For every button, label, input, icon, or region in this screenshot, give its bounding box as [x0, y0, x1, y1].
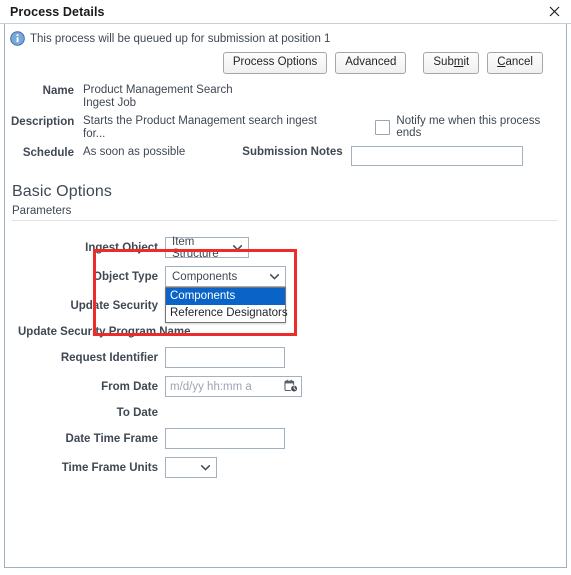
- info-circle-icon: [10, 31, 25, 46]
- date-time-frame-control: [165, 428, 285, 449]
- schedule-row: Schedule As soon as possible Submission …: [11, 146, 566, 166]
- update-security-program-name-label: Update Security Program Name: [18, 326, 191, 338]
- cancel-button-label: Cancel: [497, 56, 533, 68]
- object-type-option-components[interactable]: Components: [166, 288, 285, 305]
- object-type-select[interactable]: Components: [165, 266, 286, 287]
- notify-checkbox-row[interactable]: Notify me when this process ends: [375, 115, 566, 139]
- object-type-value: Components: [172, 270, 238, 283]
- name-value-line2: Ingest Job: [83, 97, 137, 109]
- basic-options-heading: Basic Options: [12, 183, 113, 200]
- process-options-button-label: Process Options: [232, 56, 318, 68]
- advanced-button-label: Advanced: [345, 56, 397, 68]
- calendar-clock-icon[interactable]: [284, 379, 298, 393]
- notify-checkbox-label: Notify me when this process ends: [396, 115, 541, 139]
- submit-button[interactable]: Submit: [423, 52, 480, 74]
- date-time-frame-row: Date Time Frame: [5, 428, 566, 449]
- time-frame-units-control: [165, 457, 217, 478]
- from-date-row: From Date: [5, 376, 566, 397]
- update-security-label: Update Security: [70, 299, 158, 312]
- request-identifier-label: Request Identifier: [60, 351, 158, 364]
- description-label: Description: [11, 116, 75, 128]
- ingest-object-value: Item Structure: [172, 235, 219, 260]
- object-type-option-reference-designators[interactable]: Reference Designators: [166, 305, 288, 322]
- schedule-label: Schedule: [22, 147, 74, 159]
- submission-notes-label: Submission Notes: [242, 146, 343, 158]
- request-identifier-row: Request Identifier: [5, 347, 566, 368]
- to-date-label: To Date: [116, 407, 158, 419]
- name-label: Name: [42, 85, 74, 97]
- process-header-fields: Name Product Management Search Ingest Jo…: [5, 84, 566, 166]
- from-date-control: [165, 376, 302, 397]
- dialog-content: This process will be queued up for submi…: [4, 24, 567, 568]
- dialog-titlebar: Process Details: [0, 0, 571, 24]
- ingest-object-select[interactable]: Item Structure: [165, 235, 249, 260]
- ingest-object-control: Item Structure: [165, 235, 249, 260]
- description-row: Description Starts the Product Managemen…: [11, 115, 566, 141]
- time-frame-units-select[interactable]: [165, 457, 217, 478]
- name-value-line1: Product Management Search: [83, 84, 233, 96]
- process-options-button[interactable]: Process Options: [222, 52, 328, 74]
- request-identifier-input[interactable]: [165, 347, 285, 368]
- page-title: Process Details: [10, 4, 105, 19]
- to-date-row: To Date: [5, 405, 165, 420]
- request-identifier-control: [165, 347, 285, 368]
- chevron-down-icon: [262, 273, 279, 280]
- object-type-label: Object Type: [93, 270, 158, 283]
- ingest-object-row: Ingest Object Item Structure: [5, 235, 566, 260]
- from-date-wrapper: [165, 376, 302, 397]
- submit-button-label: Submit: [433, 56, 470, 68]
- name-row: Name Product Management Search Ingest Jo…: [11, 84, 566, 110]
- cancel-button[interactable]: Cancel: [487, 52, 543, 74]
- info-message: This process will be queued up for submi…: [30, 32, 331, 45]
- dialog-action-buttons: Process Options Advanced Submit Cancel: [5, 46, 566, 74]
- parameters-form: Ingest Object Item Structure Object Type: [5, 221, 566, 478]
- schedule-value: As soon as possible: [83, 146, 186, 158]
- date-time-frame-label: Date Time Frame: [65, 432, 158, 445]
- parameters-label: Parameters: [12, 205, 72, 217]
- time-frame-units-label: Time Frame Units: [61, 461, 158, 474]
- ingest-object-label: Ingest Object: [85, 241, 158, 254]
- from-date-input[interactable]: [165, 376, 302, 397]
- name-value: Product Management Search Ingest Job: [83, 84, 233, 110]
- description-value: Starts the Product Management search ing…: [83, 115, 317, 140]
- advanced-button[interactable]: Advanced: [335, 52, 407, 74]
- close-icon[interactable]: [547, 4, 562, 19]
- from-date-label: From Date: [101, 380, 158, 393]
- date-time-frame-input[interactable]: [165, 428, 285, 449]
- notify-checkbox[interactable]: [375, 119, 391, 135]
- submission-notes-input[interactable]: [350, 146, 523, 166]
- time-frame-units-row: Time Frame Units: [5, 457, 566, 478]
- update-security-program-name-row: Update Security Program Name: [5, 324, 566, 339]
- object-type-row: Object Type Components Components Refere…: [5, 266, 566, 323]
- object-type-control: Components Components Reference Designat…: [165, 266, 288, 323]
- chevron-down-icon: [225, 244, 242, 251]
- object-type-dropdown-list[interactable]: Components Reference Designators: [165, 287, 288, 323]
- chevron-down-icon: [193, 464, 210, 471]
- info-banner: This process will be queued up for submi…: [5, 24, 566, 46]
- process-details-dialog: Process Details This process will be que…: [0, 0, 571, 575]
